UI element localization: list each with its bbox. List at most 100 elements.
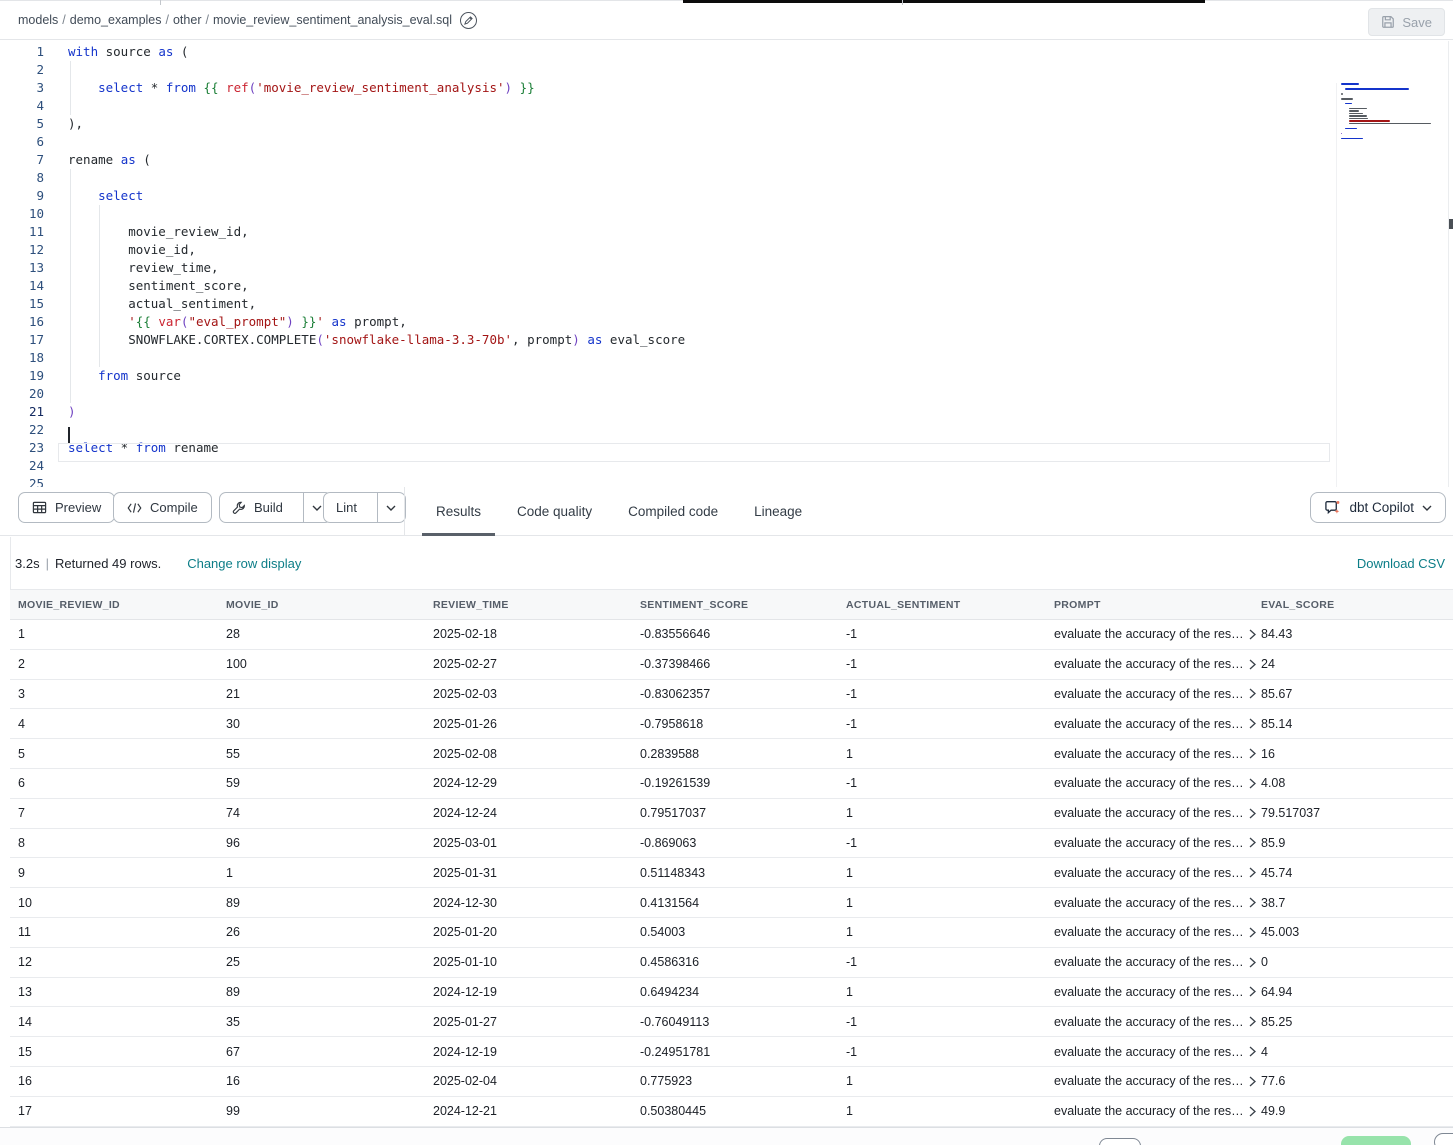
- tab-lineage[interactable]: Lineage: [752, 487, 804, 536]
- cell-movie-id: 100: [218, 650, 425, 679]
- cell-movie-review-id: 4: [10, 709, 218, 738]
- cell-sentiment-score: 0.50380445: [632, 1097, 838, 1126]
- cell-prompt: evaluate the accuracy of the res…: [1046, 769, 1253, 798]
- code-line: with source as (: [68, 43, 685, 61]
- cell-movie-id: 30: [218, 709, 425, 738]
- column-header-movie_id: MOVIE_ID: [218, 590, 425, 619]
- cell-movie-review-id: 7: [10, 799, 218, 828]
- cell-review-time: 2024-12-19: [425, 978, 632, 1007]
- prompt-preview-text: evaluate the accuracy of the res…: [1054, 955, 1244, 969]
- partial-button[interactable]: [1099, 1138, 1141, 1145]
- table-icon: [32, 500, 47, 515]
- line-number: 4: [0, 97, 44, 115]
- line-number: 21: [0, 403, 44, 421]
- compile-button[interactable]: Compile: [113, 492, 212, 523]
- breadcrumb-segment: demo_examples: [70, 13, 162, 27]
- editor-scrollbar-thumb[interactable]: [1449, 219, 1453, 229]
- cell-actual-sentiment: 1: [838, 1097, 1046, 1126]
- line-number: 5: [0, 115, 44, 133]
- partial-success-button[interactable]: [1341, 1136, 1411, 1145]
- code-line: sentiment_score,: [68, 277, 685, 295]
- cell-movie-id: 89: [218, 888, 425, 917]
- sql-code-editor[interactable]: 1234567891011121314151617181920212223242…: [0, 41, 1453, 487]
- column-header-eval_score: EVAL_SCORE: [1253, 590, 1453, 619]
- tab-compiled-code[interactable]: Compiled code: [626, 487, 720, 536]
- active-line-highlight: [58, 443, 1330, 462]
- table-header-row: MOVIE_REVIEW_IDMOVIE_IDREVIEW_TIMESENTIM…: [10, 589, 1453, 620]
- cell-review-time: 2025-01-31: [425, 858, 632, 887]
- minimap[interactable]: [1336, 83, 1446, 487]
- cell-actual-sentiment: 1: [838, 858, 1046, 887]
- prompt-preview-text: evaluate the accuracy of the res…: [1054, 747, 1244, 761]
- cell-movie-id: 99: [218, 1097, 425, 1126]
- cell-review-time: 2025-02-08: [425, 739, 632, 768]
- breadcrumb-separator: /: [62, 13, 65, 27]
- cell-prompt: evaluate the accuracy of the res…: [1046, 1067, 1253, 1096]
- query-summary: 3.2s|Returned 49 rows.: [15, 556, 161, 571]
- cell-review-time: 2024-12-30: [425, 888, 632, 917]
- line-number: 9: [0, 187, 44, 205]
- cell-eval-score: 45.003: [1253, 918, 1453, 947]
- cell-movie-review-id: 15: [10, 1037, 218, 1066]
- cell-movie-id: 59: [218, 769, 425, 798]
- preview-button[interactable]: Preview: [18, 492, 115, 523]
- cell-sentiment-score: 0.79517037: [632, 799, 838, 828]
- line-number: 24: [0, 457, 44, 475]
- cell-movie-review-id: 8: [10, 829, 218, 858]
- toolbar-divider: [404, 487, 405, 536]
- line-number: 23: [0, 439, 44, 457]
- line-number: 19: [0, 367, 44, 385]
- cell-eval-score: 38.7: [1253, 888, 1453, 917]
- cell-actual-sentiment: 1: [838, 1067, 1046, 1096]
- tab-label: Lineage: [754, 504, 802, 519]
- cell-sentiment-score: 0.2839588: [632, 739, 838, 768]
- line-number: 6: [0, 133, 44, 151]
- row-count: Returned 49 rows.: [55, 556, 161, 571]
- cell-prompt: evaluate the accuracy of the res…: [1046, 799, 1253, 828]
- partial-button[interactable]: [1434, 1133, 1453, 1145]
- save-icon: [1381, 15, 1395, 29]
- cell-prompt: evaluate the accuracy of the res…: [1046, 948, 1253, 977]
- line-number: 17: [0, 331, 44, 349]
- download-csv-link[interactable]: Download CSV: [1357, 537, 1445, 589]
- cell-actual-sentiment: -1: [838, 650, 1046, 679]
- cell-eval-score: 85.67: [1253, 680, 1453, 709]
- dbt-ide-window: models/demo_examples/other/movie_review_…: [0, 0, 1453, 1145]
- cell-movie-review-id: 6: [10, 769, 218, 798]
- save-button[interactable]: Save: [1368, 8, 1445, 36]
- cell-movie-id: 28: [218, 620, 425, 649]
- cell-eval-score: 45.74: [1253, 858, 1453, 887]
- cell-movie-id: 89: [218, 978, 425, 1007]
- column-header-actual_sentiment: ACTUAL_SENTIMENT: [838, 590, 1046, 619]
- prompt-preview-text: evaluate the accuracy of the res…: [1054, 896, 1244, 910]
- table-row: 11262025-01-200.540031evaluate the accur…: [10, 918, 1453, 948]
- cell-movie-id: 21: [218, 680, 425, 709]
- prompt-preview-text: evaluate the accuracy of the res…: [1054, 806, 1244, 820]
- dbt-copilot-button[interactable]: dbt Copilot: [1310, 492, 1446, 523]
- cell-actual-sentiment: -1: [838, 709, 1046, 738]
- cell-movie-id: 25: [218, 948, 425, 977]
- change-row-display-link[interactable]: Change row display: [187, 556, 301, 571]
- cell-sentiment-score: 0.6494234: [632, 978, 838, 1007]
- line-number: 1: [0, 43, 44, 61]
- cell-movie-id: 55: [218, 739, 425, 768]
- active-tab-underline: [422, 533, 495, 536]
- tab-code-quality[interactable]: Code quality: [515, 487, 594, 536]
- cell-movie-review-id: 11: [10, 918, 218, 947]
- breadcrumb: models/demo_examples/other/movie_review_…: [18, 13, 452, 27]
- cell-movie-review-id: 14: [10, 1007, 218, 1036]
- table-row: 6592024-12-29-0.19261539-1evaluate the a…: [10, 769, 1453, 799]
- cell-movie-id: 74: [218, 799, 425, 828]
- lint-button[interactable]: Lint: [324, 493, 369, 522]
- results-tabs: Results Code quality Compiled code Lineage: [420, 487, 804, 536]
- lint-dropdown-button[interactable]: [377, 493, 405, 522]
- cell-actual-sentiment: 1: [838, 918, 1046, 947]
- code-line: [68, 475, 685, 487]
- build-button[interactable]: Build: [220, 493, 295, 522]
- table-row: 21002025-02-27-0.37398466-1evaluate the …: [10, 650, 1453, 680]
- compile-label: Compile: [150, 500, 198, 515]
- cell-movie-review-id: 5: [10, 739, 218, 768]
- cell-sentiment-score: -0.869063: [632, 829, 838, 858]
- tab-results[interactable]: Results: [434, 487, 483, 536]
- cell-movie-review-id: 2: [10, 650, 218, 679]
